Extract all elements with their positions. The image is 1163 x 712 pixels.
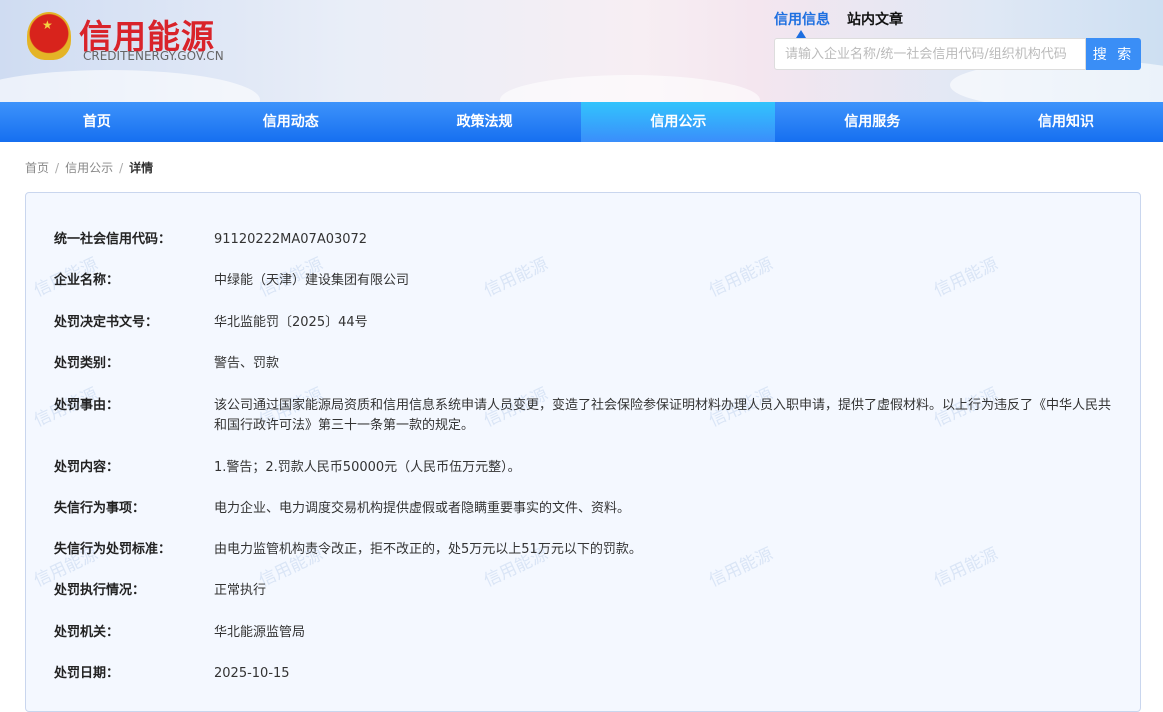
detail-panel: 信用能源 信用能源 信用能源 信用能源 信用能源 信用能源 信用能源 信用能源 信用能源 信用能源…: [25, 192, 1141, 712]
detail-label: 处罚机关：: [54, 625, 120, 640]
breadcrumb-current: 详情: [129, 161, 154, 175]
detail-value: 2025-10-15: [214, 666, 290, 681]
national-emblem-icon: ★: [27, 12, 71, 60]
search-tab-site-articles[interactable]: 站内文章: [847, 9, 903, 29]
detail-label: 处罚决定书文号：: [54, 315, 159, 330]
detail-value: 正常执行: [214, 583, 267, 598]
detail-value: 该公司通过国家能源局资质和信用信息系统申请人员变更，变造了社会保险参保证明材料办…: [214, 398, 1112, 433]
detail-label: 失信行为事项：: [54, 501, 146, 516]
detail-value: 电力企业、电力调度交易机构提供虚假或者隐瞒重要事实的文件、资料。: [214, 501, 631, 516]
breadcrumb-home[interactable]: 首页: [25, 161, 49, 175]
detail-value: 华北监能罚〔2025〕44号: [214, 315, 368, 330]
search-tab-credit-info[interactable]: 信用信息: [774, 9, 830, 29]
detail-label: 处罚类别：: [54, 356, 120, 371]
nav-credit-publicity[interactable]: 信用公示: [581, 102, 776, 142]
breadcrumb-publicity[interactable]: 信用公示: [65, 161, 113, 175]
breadcrumb: 首页 / 信用公示 / 详情: [25, 161, 154, 175]
main-nav: 首页 信用动态 政策法规 信用公示 信用服务 信用知识: [0, 102, 1163, 142]
detail-label: 处罚事由：: [54, 398, 120, 413]
detail-value: 警告、罚款: [214, 356, 280, 371]
logo-subtitle: CREDITENERGY.GOV.CN: [83, 49, 224, 63]
nav-credit-knowledge[interactable]: 信用知识: [969, 102, 1163, 142]
nav-credit-service[interactable]: 信用服务: [775, 102, 969, 142]
search-button[interactable]: 搜 索: [1086, 38, 1141, 70]
nav-home[interactable]: 首页: [0, 102, 194, 142]
detail-label: 企业名称：: [54, 273, 120, 288]
detail-value: 91120222MA07A03072: [214, 232, 368, 247]
detail-label: 统一社会信用代码：: [54, 232, 172, 247]
detail-label: 失信行为处罚标准：: [54, 542, 172, 557]
detail-value: 中绿能（天津）建设集团有限公司: [214, 273, 410, 288]
detail-value: 华北能源监管局: [214, 625, 306, 640]
nav-policy[interactable]: 政策法规: [388, 102, 582, 142]
detail-label: 处罚日期：: [54, 666, 120, 681]
search-input[interactable]: [774, 38, 1086, 70]
nav-credit-news[interactable]: 信用动态: [194, 102, 388, 142]
detail-value: 由电力监管机构责令改正，拒不改正的，处5万元以上51万元以下的罚款。: [214, 542, 642, 557]
detail-label: 处罚执行情况：: [54, 583, 146, 598]
detail-value: 1.警告；2.罚款人民币50000元（人民币伍万元整）。: [214, 460, 521, 475]
active-tab-caret-icon: [796, 30, 806, 38]
detail-label: 处罚内容：: [54, 460, 120, 475]
